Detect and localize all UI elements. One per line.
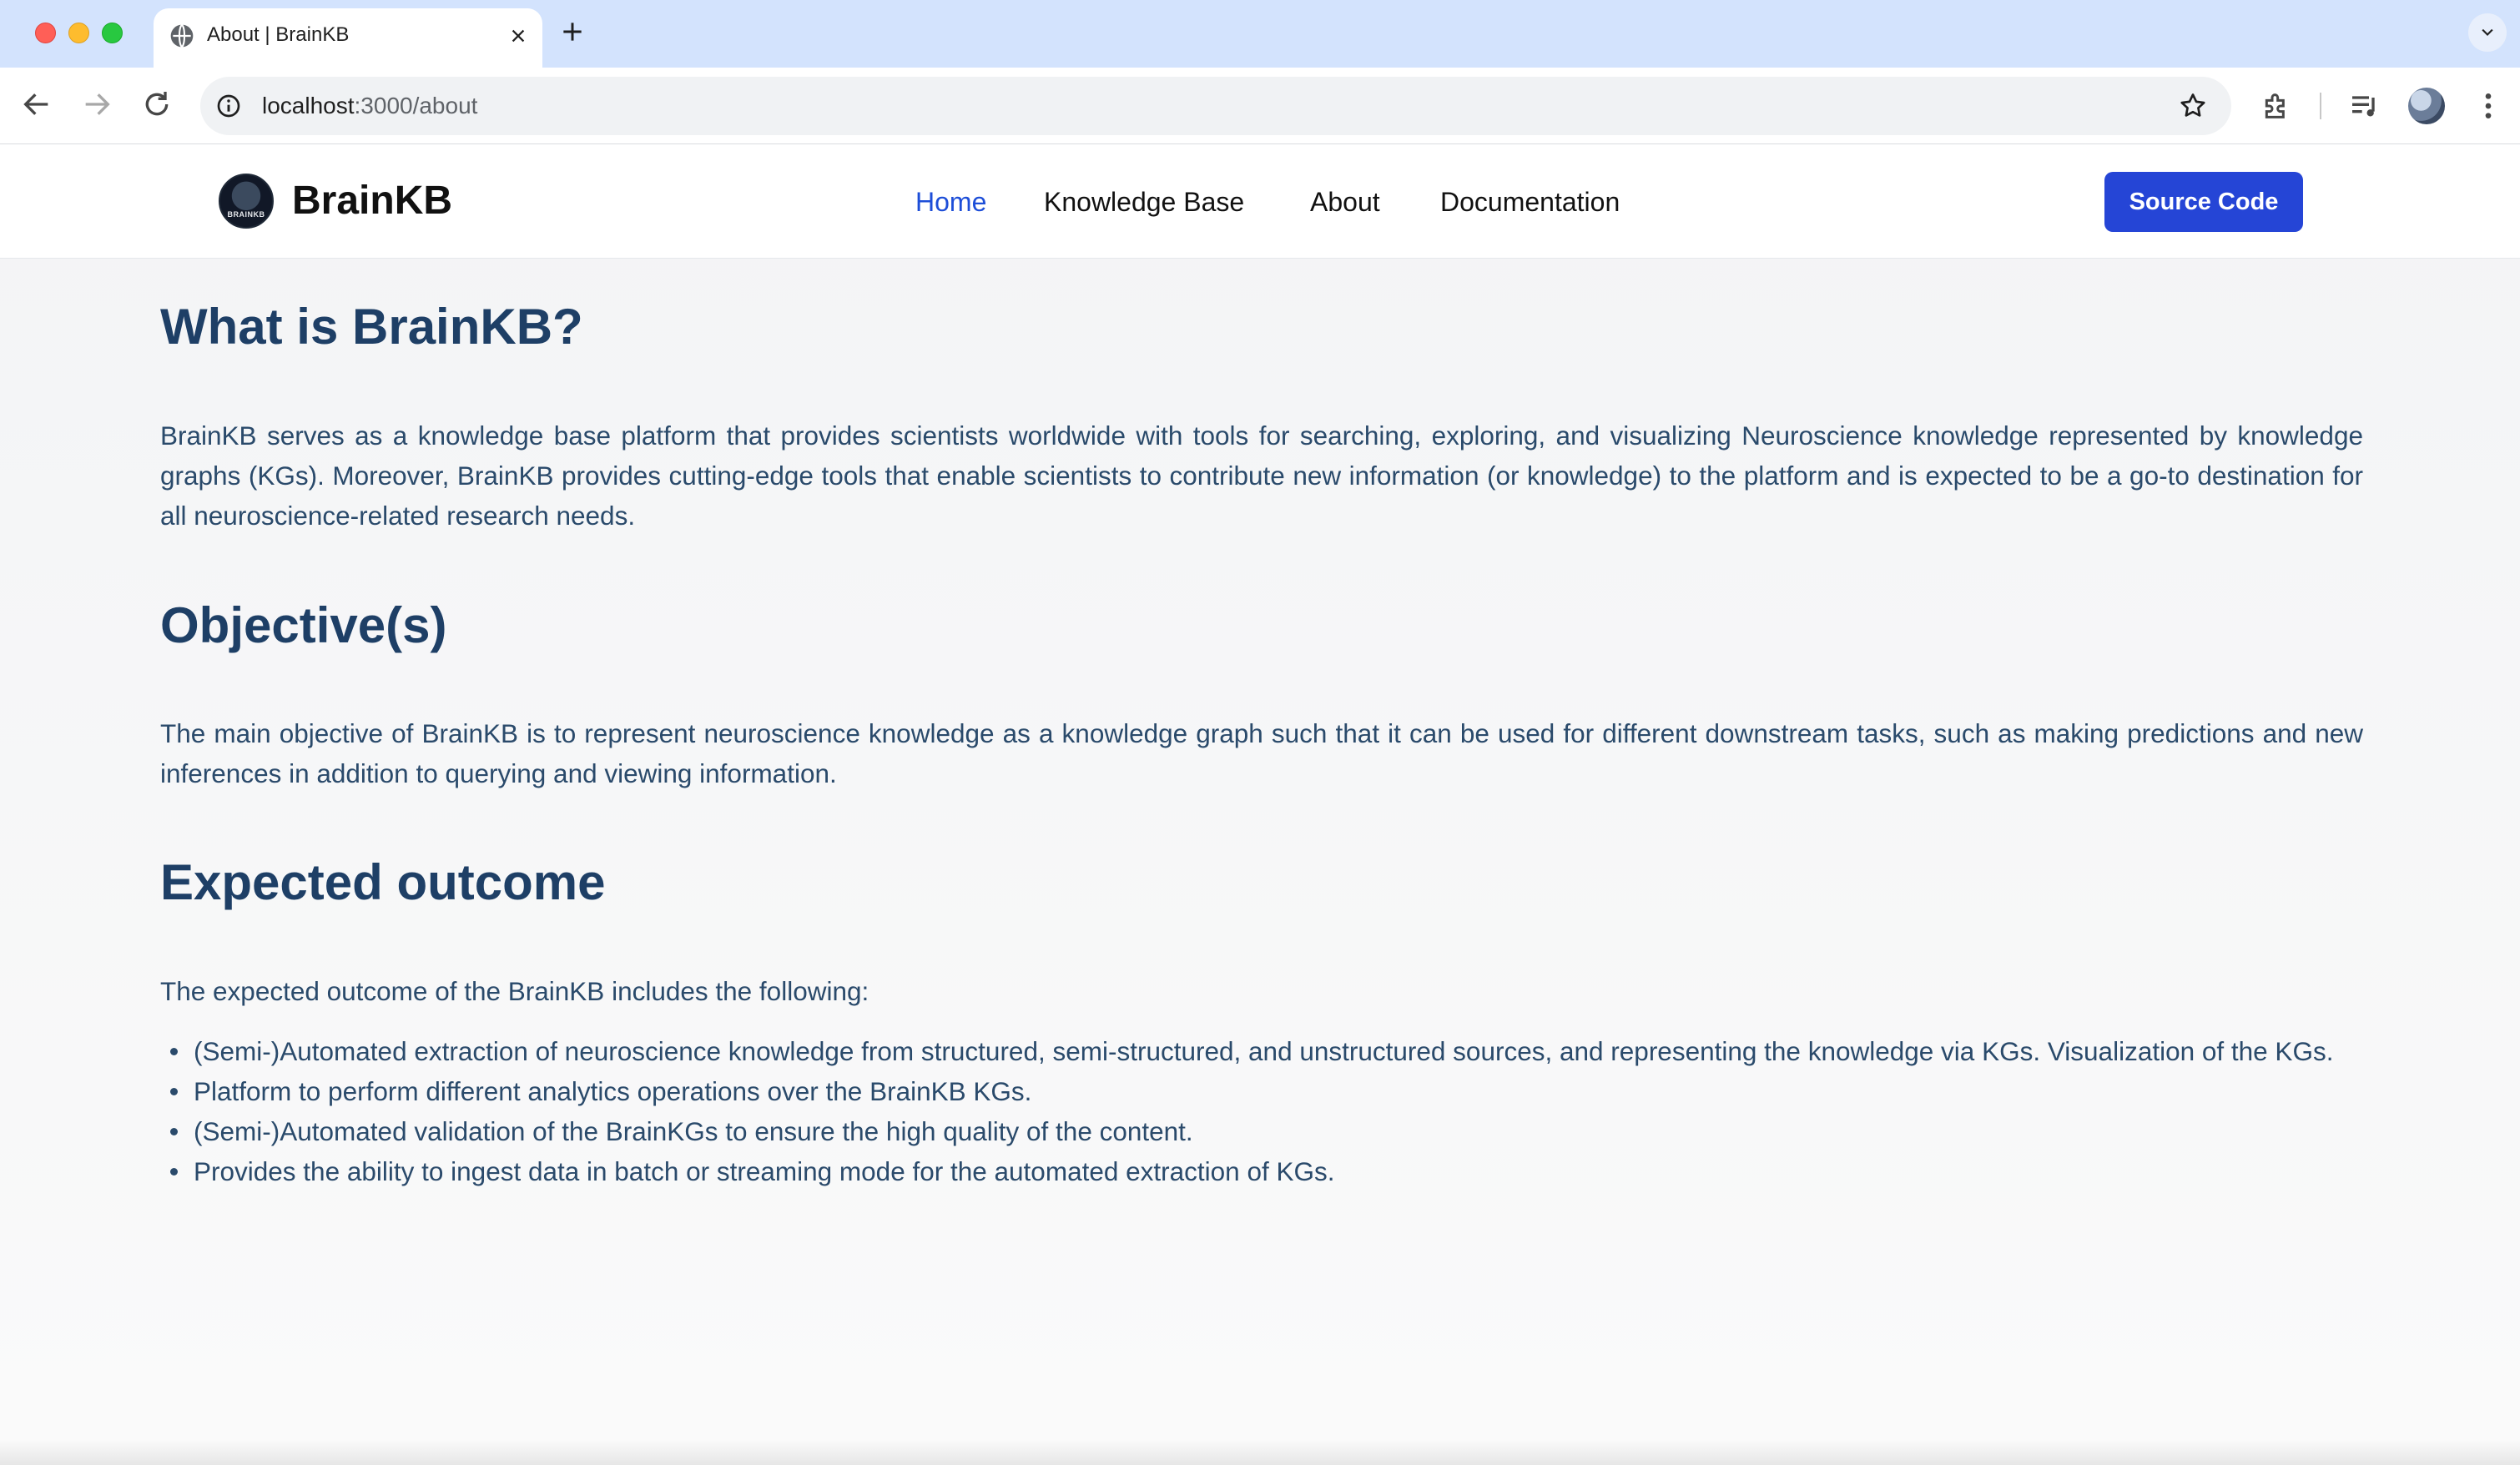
browser-tab-bar: About | BrainKB bbox=[0, 0, 2520, 68]
source-code-button[interactable]: Source Code bbox=[2104, 172, 2303, 232]
url-text[interactable]: localhost:3000/about bbox=[262, 93, 477, 119]
nav-about[interactable]: About bbox=[1310, 185, 1380, 219]
media-controls-icon[interactable] bbox=[2348, 89, 2381, 123]
browser-tab-active[interactable]: About | BrainKB bbox=[154, 8, 542, 68]
extensions-puzzle-icon[interactable] bbox=[2260, 89, 2293, 123]
address-bar[interactable]: localhost:3000/about bbox=[200, 77, 2231, 135]
heading-expected-outcome: Expected outcome bbox=[160, 854, 606, 910]
list-item: Provides the ability to ingest data in b… bbox=[160, 1151, 2363, 1191]
paragraph-objectives: The main objective of BrainKB is to repr… bbox=[160, 718, 2363, 788]
brainkb-logo[interactable]: BRAINKB bbox=[219, 174, 274, 229]
more-vertical-icon[interactable] bbox=[2472, 89, 2505, 123]
close-icon[interactable] bbox=[509, 27, 527, 45]
window-zoom-button[interactable] bbox=[102, 23, 123, 43]
paragraph-expected-outcome-intro: The expected outcome of the BrainKB incl… bbox=[160, 976, 869, 1006]
list-item: Platform to perform different analytics … bbox=[160, 1071, 2363, 1111]
toolbar-divider bbox=[2320, 93, 2321, 119]
new-tab-plus-icon[interactable] bbox=[559, 18, 586, 45]
window-close-button[interactable] bbox=[35, 23, 56, 43]
chevron-down-icon bbox=[2482, 28, 2493, 37]
heading-what-is-brainkb: What is BrainKB? bbox=[160, 299, 583, 355]
site-header: BRAINKB BrainKB Home Knowledge Base Abou… bbox=[0, 145, 2520, 259]
bookmark-star-icon[interactable] bbox=[2178, 91, 2208, 121]
heading-objectives: Objective(s) bbox=[160, 597, 447, 653]
tab-search-button[interactable] bbox=[2468, 13, 2507, 52]
nav-documentation[interactable]: Documentation bbox=[1440, 185, 1620, 219]
browser-toolbar: localhost:3000/about bbox=[0, 68, 2520, 144]
nav-home[interactable]: Home bbox=[915, 185, 986, 219]
paragraph-what-is-brainkb: BrainKB serves as a knowledge base platf… bbox=[160, 420, 2363, 531]
tab-title: About | BrainKB bbox=[207, 23, 350, 46]
back-arrow-icon[interactable] bbox=[20, 88, 53, 121]
list-item: (Semi-)Automated validation of the Brain… bbox=[160, 1111, 2363, 1151]
site-brand[interactable]: BrainKB bbox=[292, 177, 452, 225]
logo-text: BRAINKB bbox=[227, 210, 265, 219]
page-viewport: BRAINKB BrainKB Home Knowledge Base Abou… bbox=[0, 145, 2520, 1465]
window-minimize-button[interactable] bbox=[68, 23, 89, 43]
profile-avatar[interactable] bbox=[2408, 88, 2445, 124]
forward-arrow-icon[interactable] bbox=[80, 88, 113, 121]
window-bottom-edge bbox=[0, 1440, 2520, 1465]
expected-outcome-list: (Semi-)Automated extraction of neuroscie… bbox=[160, 1031, 2363, 1191]
globe-icon bbox=[170, 23, 194, 48]
url-host: localhost bbox=[262, 93, 355, 118]
site-info-icon[interactable] bbox=[215, 93, 242, 119]
url-path: :3000/about bbox=[354, 93, 478, 118]
reload-icon[interactable] bbox=[140, 88, 174, 121]
list-item: (Semi-)Automated extraction of neuroscie… bbox=[160, 1031, 2363, 1071]
nav-knowledge-base[interactable]: Knowledge Base bbox=[1044, 185, 1244, 219]
